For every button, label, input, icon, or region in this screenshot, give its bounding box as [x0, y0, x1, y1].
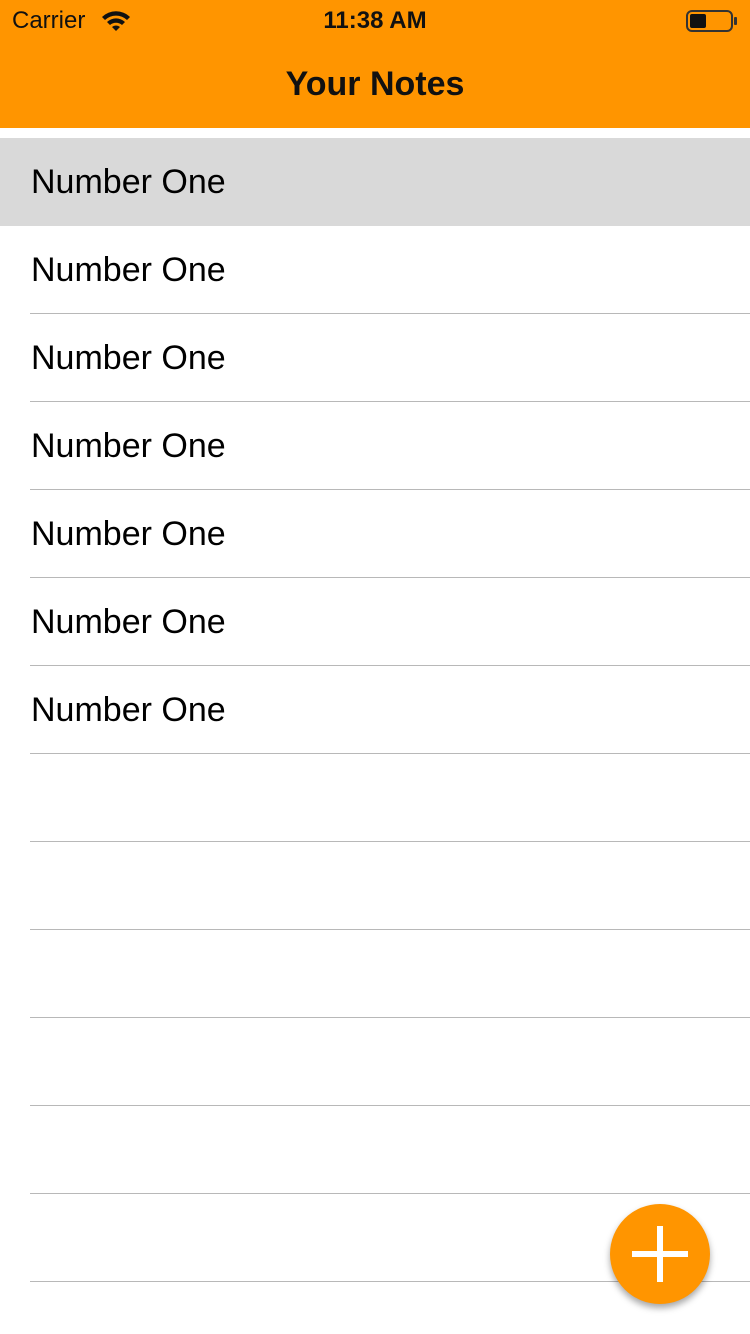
- note-row[interactable]: [0, 930, 750, 1018]
- note-row[interactable]: [0, 1106, 750, 1194]
- note-title: Number One: [31, 163, 226, 201]
- battery-icon: [686, 10, 737, 32]
- note-title: Number One: [31, 339, 226, 377]
- notes-list: Number One Number One Number One Number One…: [0, 138, 750, 1282]
- note-row[interactable]: [0, 754, 750, 842]
- status-bar: Carrier 11:38 AM: [0, 0, 750, 40]
- note-row[interactable]: Number One: [0, 578, 750, 666]
- note-title: Number One: [31, 427, 226, 465]
- note-row[interactable]: [0, 842, 750, 930]
- note-row[interactable]: Number One: [0, 402, 750, 490]
- note-title: Number One: [31, 603, 226, 641]
- nav-bar: Carrier 11:38 AM Your Notes: [0, 0, 750, 128]
- note-row[interactable]: Number One: [0, 314, 750, 402]
- note-title: Number One: [31, 251, 226, 289]
- status-time: 11:38 AM: [323, 7, 427, 34]
- note-row[interactable]: Number One: [0, 490, 750, 578]
- plus-icon: [632, 1226, 688, 1282]
- note-row[interactable]: Number One: [0, 138, 750, 226]
- add-note-button[interactable]: [610, 1204, 710, 1304]
- note-title: Number One: [31, 515, 226, 553]
- note-row[interactable]: [0, 1018, 750, 1106]
- note-row[interactable]: Number One: [0, 666, 750, 754]
- note-title: Number One: [31, 691, 226, 729]
- page-title: Your Notes: [285, 65, 465, 103]
- note-row[interactable]: Number One: [0, 226, 750, 314]
